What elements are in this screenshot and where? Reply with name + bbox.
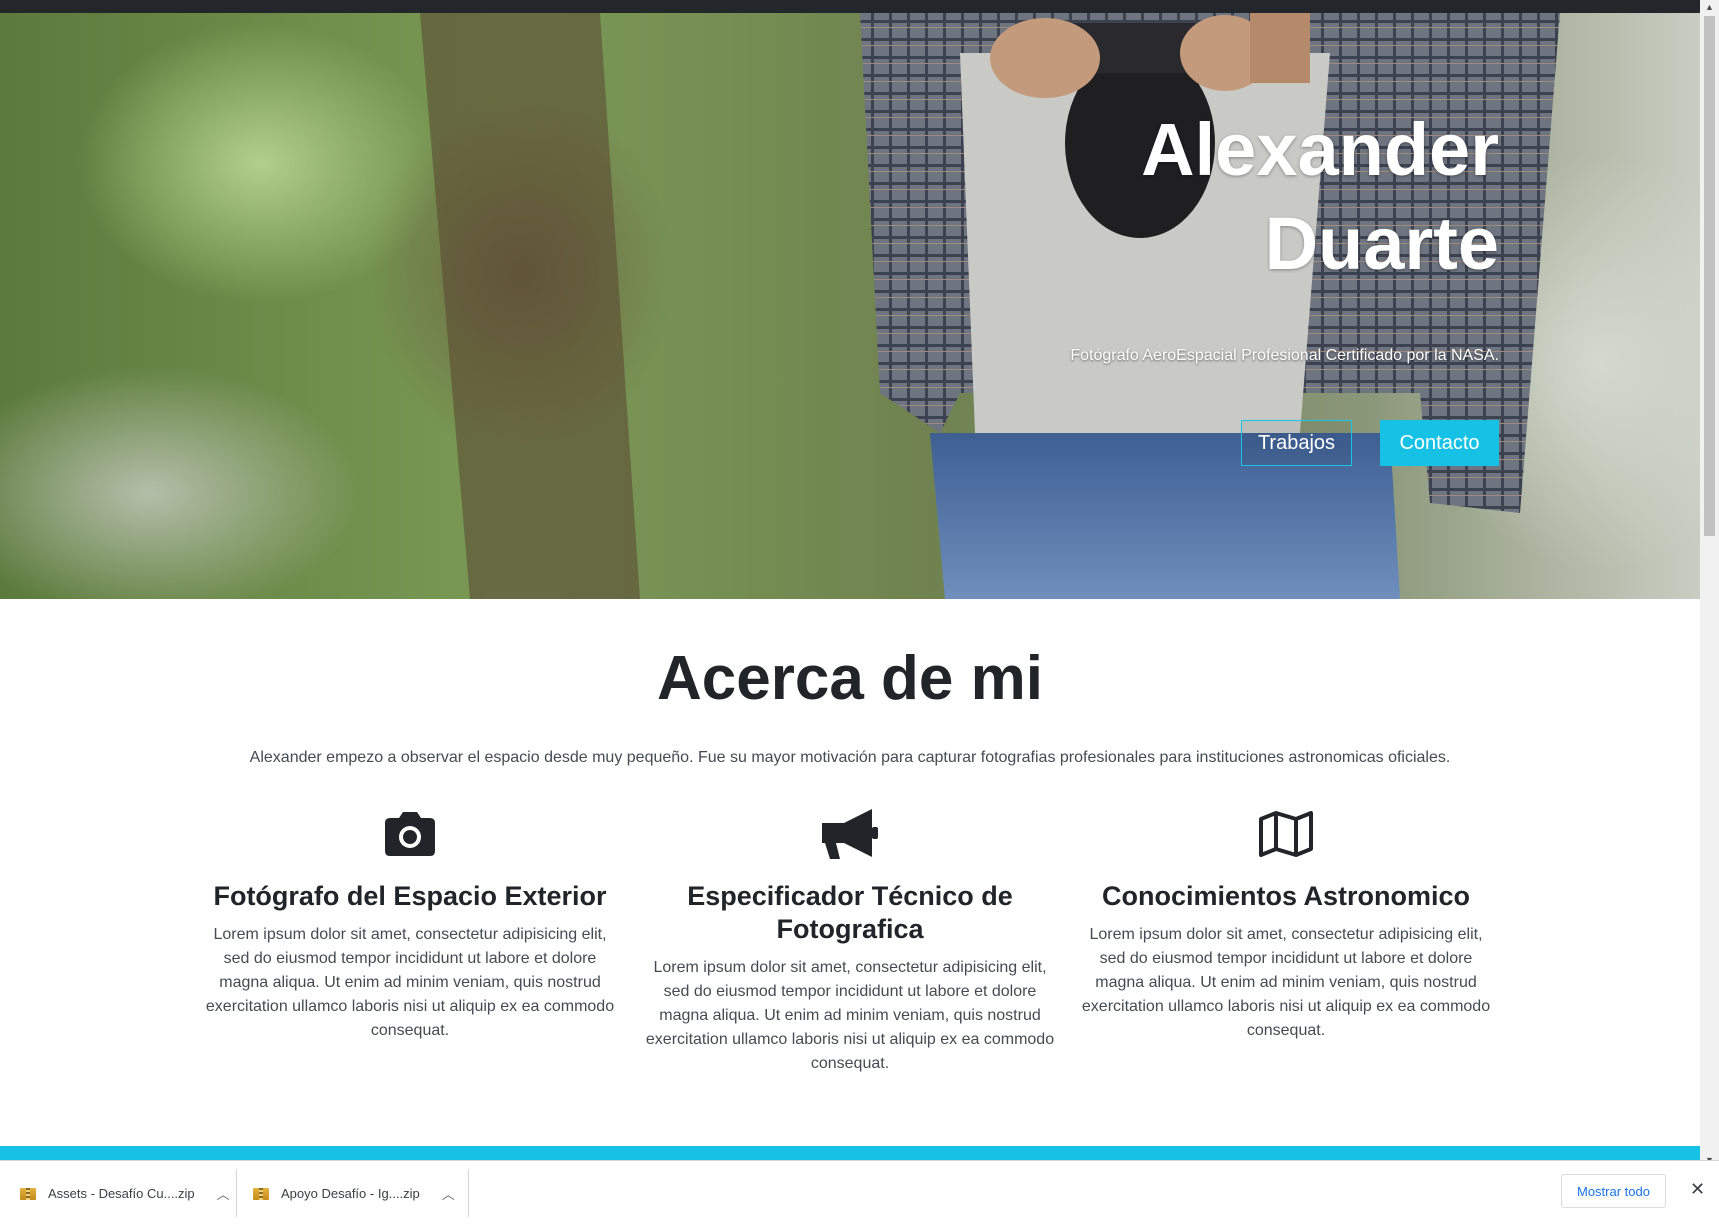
download-filename: Assets - Desafío Cu....zip: [48, 1186, 195, 1201]
scrollbar-thumb[interactable]: [1704, 16, 1715, 536]
download-item[interactable]: Apoyo Desafío - Ig....zip ︿: [253, 1161, 455, 1226]
feature-text: Lorem ipsum dolor sit amet, consectetur …: [645, 959, 1055, 1072]
download-filename: Apoyo Desafío - Ig....zip: [281, 1186, 420, 1201]
feature-title: Especificador Técnico de Fotografica: [687, 881, 1013, 944]
contacto-button[interactable]: Contacto: [1380, 420, 1499, 466]
chevron-up-icon[interactable]: ︿: [442, 1184, 455, 1203]
hero-section: Alexander Duarte Fotógrafo AeroEspacial …: [0, 13, 1700, 599]
hero-title-first-name: Alexander: [1141, 108, 1499, 191]
zip-file-icon: [20, 1187, 36, 1200]
feature-title: Fotógrafo del Espacio Exterior: [213, 881, 607, 911]
trabajos-button[interactable]: Trabajos: [1241, 420, 1352, 466]
hero-background-photo: [420, 13, 1560, 599]
map-icon: [1076, 808, 1496, 860]
feature-text: Lorem ipsum dolor sit amet, consectetur …: [1081, 926, 1491, 1039]
zip-file-icon: [253, 1187, 269, 1200]
next-section-band: [0, 1146, 1700, 1160]
chevron-up-icon[interactable]: ︿: [217, 1184, 230, 1203]
feature-title: Conocimientos Astronomico: [1101, 881, 1471, 911]
hero-heading-block: Alexander Duarte: [1141, 103, 1499, 291]
megaphone-icon: [640, 808, 1060, 860]
about-title: Acerca de mi: [657, 644, 1043, 713]
feature-item: Conocimientos Astronomico Lorem ipsum do…: [1076, 808, 1496, 1043]
feature-item: Especificador Técnico de Fotografica Lor…: [640, 808, 1060, 1076]
hero-title-last-name: Duarte: [1264, 202, 1499, 285]
divider: [468, 1169, 469, 1217]
hero-title: Alexander Duarte: [1141, 103, 1499, 291]
divider: [236, 1169, 237, 1217]
feature-text: Lorem ipsum dolor sit amet, consectetur …: [205, 926, 615, 1039]
close-icon[interactable]: ✕: [1690, 1179, 1705, 1200]
download-item[interactable]: Assets - Desafío Cu....zip ︿: [20, 1161, 230, 1226]
show-all-button[interactable]: Mostrar todo: [1561, 1174, 1666, 1208]
vertical-scrollbar[interactable]: ▲ ▼: [1700, 0, 1719, 1168]
downloads-bar: Assets - Desafío Cu....zip ︿ Apoyo Desaf…: [0, 1160, 1719, 1226]
scroll-up-icon[interactable]: ▲: [1705, 2, 1714, 12]
top-navbar: [0, 0, 1700, 13]
about-description: Alexander empezo a observar el espacio d…: [249, 749, 1451, 766]
camera-icon: [200, 808, 620, 860]
feature-item: Fotógrafo del Espacio Exterior Lorem ips…: [200, 808, 620, 1043]
hero-subtitle: Fotógrafo AeroEspacial Profesional Certi…: [1070, 347, 1499, 364]
